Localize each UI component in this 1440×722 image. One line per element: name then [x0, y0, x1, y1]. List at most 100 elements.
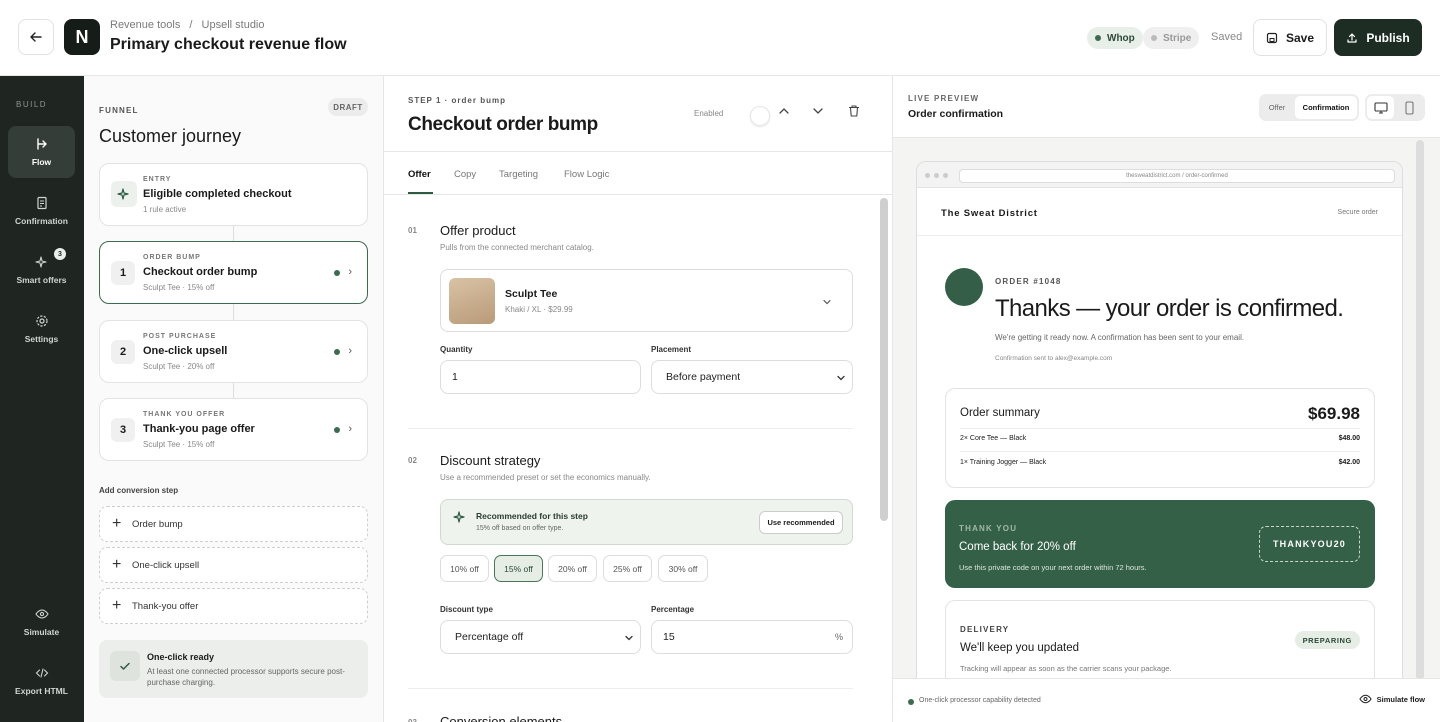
use-recommended-button[interactable]: Use recommended	[759, 511, 843, 534]
delete-step-button[interactable]	[847, 104, 861, 121]
percentage-input[interactable]: 15 %	[651, 620, 853, 654]
tab-targeting[interactable]: Targeting	[499, 169, 538, 180]
simulate-flow-button[interactable]: Simulate flow	[1358, 694, 1425, 704]
tab-copy[interactable]: Copy	[454, 169, 476, 180]
divider	[384, 151, 892, 152]
connector-line	[233, 383, 234, 399]
rail-item-label: Settings	[24, 334, 59, 344]
funnel-title: Customer journey	[99, 126, 242, 146]
product-name: Sculpt Tee	[505, 288, 558, 300]
processor-name: Stripe	[1163, 32, 1192, 44]
rail-item-simulate[interactable]: Simulate	[8, 596, 75, 648]
preset-25-off[interactable]: 25% off	[603, 555, 652, 582]
code-icon	[35, 668, 48, 678]
funnel-step-1[interactable]: 1 ORDER BUMP Checkout order bump Sculpt …	[99, 241, 368, 304]
preset-10-off[interactable]: 10% off	[440, 555, 489, 582]
flow-icon	[36, 138, 47, 150]
add-one-click-upsell-button[interactable]: + One-click upsell	[99, 547, 368, 583]
placement-value: Before payment	[666, 371, 741, 383]
confirmation-headline: Thanks — your order is confirmed.	[995, 295, 1344, 322]
rail-item-settings[interactable]: Settings	[8, 303, 75, 355]
thank-you-desc: Use this private code on your next order…	[959, 563, 1147, 572]
divider	[917, 235, 1402, 236]
placement-select[interactable]: Before payment	[651, 360, 853, 394]
mobile-view-button[interactable]	[1396, 96, 1423, 119]
chevron-down-icon	[625, 635, 633, 641]
rail-item-smart-offers[interactable]: 3 Smart offers	[8, 244, 75, 296]
summary-item-price: $42.00	[1338, 459, 1360, 466]
breadcrumb-upsell-studio[interactable]: Upsell studio	[202, 19, 265, 31]
ready-title: One-click ready	[147, 652, 215, 662]
mode-confirmation[interactable]: Confirmation	[1295, 96, 1357, 119]
funnel-step-2[interactable]: 2 POST PURCHASE One-click upsell Sculpt …	[99, 320, 368, 383]
move-down-button[interactable]	[812, 104, 824, 120]
preset-20-off[interactable]: 20% off	[548, 555, 597, 582]
connector-line	[233, 226, 234, 242]
summary-title: Order summary	[960, 407, 1040, 419]
step-sub: Sculpt Tee · 15% off	[143, 283, 215, 292]
product-select[interactable]: Sculpt Tee Khaki / XL · $29.99	[440, 269, 853, 332]
editor-scrollbar[interactable]	[880, 198, 888, 521]
preview-url: thesweatdistrict.com / order-confirmed	[959, 169, 1395, 183]
app-logo: N	[64, 19, 100, 55]
page-title: Primary checkout revenue flow	[110, 36, 347, 53]
add-order-bump-button[interactable]: + Order bump	[99, 506, 368, 542]
thank-you-title: Come back for 20% off	[959, 541, 1076, 553]
status-dot	[334, 427, 340, 433]
entry-card[interactable]: ENTRY Eligible completed checkout 1 rule…	[99, 163, 368, 226]
tab-offer[interactable]: Offer	[408, 169, 431, 180]
entry-sub: 1 rule active	[143, 205, 187, 214]
thank-you-offer-card: THANK YOU Come back for 20% off Use this…	[945, 500, 1375, 588]
discount-type-value: Percentage off	[455, 631, 524, 643]
discount-type-select[interactable]: Percentage off	[440, 620, 641, 654]
rail-item-label: Export HTML	[15, 686, 68, 696]
back-button[interactable]	[18, 19, 54, 55]
step-title: Checkout order bump	[143, 266, 258, 278]
preview-scrollbar[interactable]	[1416, 140, 1424, 680]
summary-item-name: 1× Training Jogger — Black	[960, 459, 1047, 466]
discount-code[interactable]: THANKYOU20	[1259, 526, 1360, 562]
enabled-toggle[interactable]	[750, 106, 770, 126]
preset-30-off[interactable]: 30% off	[658, 555, 708, 582]
section-number: 02	[408, 456, 417, 465]
delivery-caption: DELIVERY	[960, 625, 1010, 634]
move-up-button[interactable]	[778, 104, 790, 120]
rail-item-export-html[interactable]: Export HTML	[8, 655, 75, 707]
desktop-view-button[interactable]	[1367, 96, 1394, 119]
funnel-step-3[interactable]: 3 THANK YOU OFFER Thank-you page offer S…	[99, 398, 368, 461]
window-dots	[925, 173, 948, 178]
rail-item-confirmation[interactable]: Confirmation	[8, 185, 75, 237]
tab-flow-logic[interactable]: Flow Logic	[564, 169, 609, 180]
store-name: The Sweat District	[941, 208, 1038, 219]
save-button[interactable]: Save	[1253, 19, 1327, 56]
preview-label: LIVE PREVIEW	[908, 94, 980, 103]
upload-icon	[1347, 32, 1357, 43]
discount-type-label: Discount type	[440, 605, 493, 614]
divider	[408, 688, 853, 689]
mode-offer[interactable]: Offer	[1261, 96, 1293, 119]
publish-button[interactable]: Publish	[1334, 19, 1422, 56]
preset-15-off[interactable]: 15% off	[494, 555, 543, 582]
breadcrumb-revenue-tools[interactable]: Revenue tools	[110, 19, 180, 31]
step-caption: THANK YOU OFFER	[143, 411, 226, 418]
enabled-label: Enabled	[694, 109, 724, 118]
recommendation-desc: 15% off based on offer type.	[476, 525, 564, 532]
one-click-ready-notice: One-click ready At least one connected p…	[99, 640, 368, 698]
step-caption: ORDER BUMP	[143, 254, 201, 261]
processor-pill-stripe[interactable]: Stripe	[1143, 27, 1200, 49]
preview-mode-switch: Offer Confirmation	[1259, 94, 1359, 121]
step-number: 2	[111, 340, 135, 364]
section-number: 03	[408, 718, 417, 722]
rail-section-label: BUILD	[16, 100, 48, 109]
delivery-desc: Tracking will appear as soon as the carr…	[960, 664, 1172, 673]
quantity-input[interactable]: 1	[440, 360, 641, 394]
add-thank-you-offer-button[interactable]: + Thank-you offer	[99, 588, 368, 624]
chevron-down-icon	[823, 299, 831, 305]
placement-label: Placement	[651, 345, 692, 354]
recommendation-box: Recommended for this step 15% off based …	[440, 499, 853, 545]
processor-pill-whop[interactable]: Whop	[1087, 27, 1143, 49]
plus-icon: +	[112, 515, 122, 532]
device-switch	[1365, 94, 1425, 121]
rail-item-flow[interactable]: Flow	[8, 126, 75, 178]
rail-item-label: Simulate	[23, 627, 60, 637]
